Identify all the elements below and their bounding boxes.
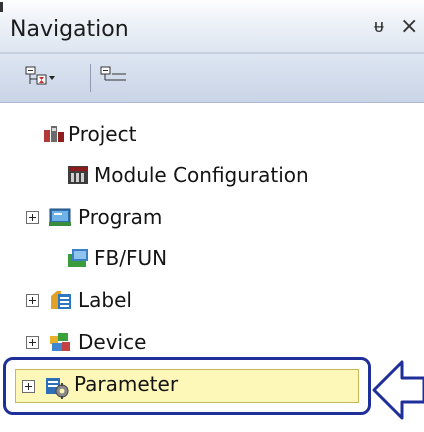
tree-item-label-node[interactable]: Label bbox=[0, 281, 424, 321]
navigation-toolbar bbox=[0, 54, 424, 103]
pin-icon[interactable]: ᵾ bbox=[374, 16, 384, 37]
program-icon bbox=[48, 205, 72, 229]
parameter-highlight-frame: Parameter bbox=[3, 357, 371, 415]
expand-collapse-dropdown-icon[interactable] bbox=[24, 64, 56, 90]
fb-fun-icon bbox=[66, 246, 90, 270]
collapse-tree-icon[interactable] bbox=[98, 64, 130, 90]
expand-icon[interactable] bbox=[26, 211, 39, 224]
expand-icon[interactable] bbox=[26, 294, 39, 307]
tree-item-label: Module Configuration bbox=[94, 163, 309, 187]
device-icon bbox=[48, 330, 72, 354]
tree-item-label: Project bbox=[68, 122, 137, 146]
expand-icon[interactable] bbox=[22, 380, 35, 393]
tree-item-label: Device bbox=[78, 330, 147, 354]
tree-item-parameter[interactable]: Parameter bbox=[15, 369, 359, 403]
tree-item-fb-fun[interactable]: FB/FUN bbox=[0, 239, 424, 279]
tree-item-label: Parameter bbox=[74, 372, 179, 396]
tree-item-project[interactable]: Project bbox=[0, 115, 424, 155]
pointer-arrow bbox=[372, 360, 424, 420]
panel-titlebar: Navigation ᵾ × bbox=[0, 0, 424, 54]
close-icon[interactable]: × bbox=[400, 14, 418, 39]
tree-item-label: Label bbox=[78, 288, 132, 312]
tree-item-module-configuration[interactable]: Module Configuration bbox=[0, 156, 424, 196]
tree-item-label: Program bbox=[78, 205, 163, 229]
toolbar-separator bbox=[90, 64, 91, 92]
parameter-icon bbox=[44, 374, 69, 399]
title-edge-marker bbox=[0, 2, 3, 12]
project-icon bbox=[42, 122, 66, 146]
module-configuration-icon bbox=[66, 163, 90, 187]
label-icon bbox=[48, 288, 72, 312]
expand-icon[interactable] bbox=[26, 336, 39, 349]
panel-title: Navigation bbox=[10, 17, 129, 42]
navigation-panel: Navigation ᵾ × Project Module Configurat… bbox=[0, 0, 424, 432]
tree-item-program[interactable]: Program bbox=[0, 198, 424, 238]
tree-item-label: FB/FUN bbox=[94, 246, 168, 270]
